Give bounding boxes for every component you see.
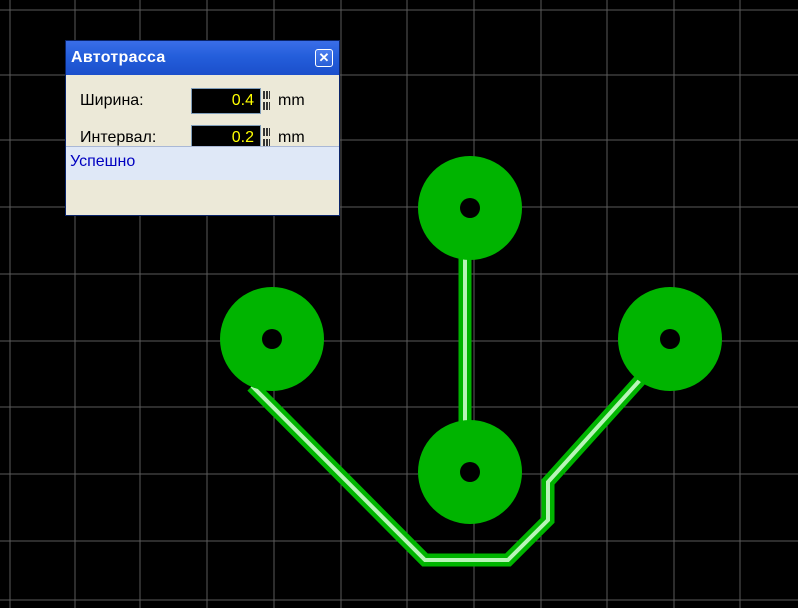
panel-titlebar[interactable]: Автотрасса ✕ <box>66 41 339 75</box>
width-label: Ширина: <box>80 92 144 109</box>
autotrace-panel: Автотрасса ✕ Ширина: 0.4 mm Интервал: 0.… <box>65 40 340 216</box>
status-bar: Успешно <box>66 146 339 180</box>
panel-title: Автотрасса <box>71 49 166 66</box>
interval-unit: mm <box>278 129 305 146</box>
interval-label: Интервал: <box>80 129 157 146</box>
close-icon[interactable]: ✕ <box>315 49 333 67</box>
width-row: Ширина: 0.4 mm <box>66 88 339 116</box>
width-field[interactable]: 0.4 <box>191 88 261 114</box>
spin-icon[interactable] <box>263 91 271 111</box>
width-unit: mm <box>278 92 305 109</box>
status-text: Успешно <box>70 153 136 170</box>
spin-icon[interactable] <box>263 128 271 148</box>
